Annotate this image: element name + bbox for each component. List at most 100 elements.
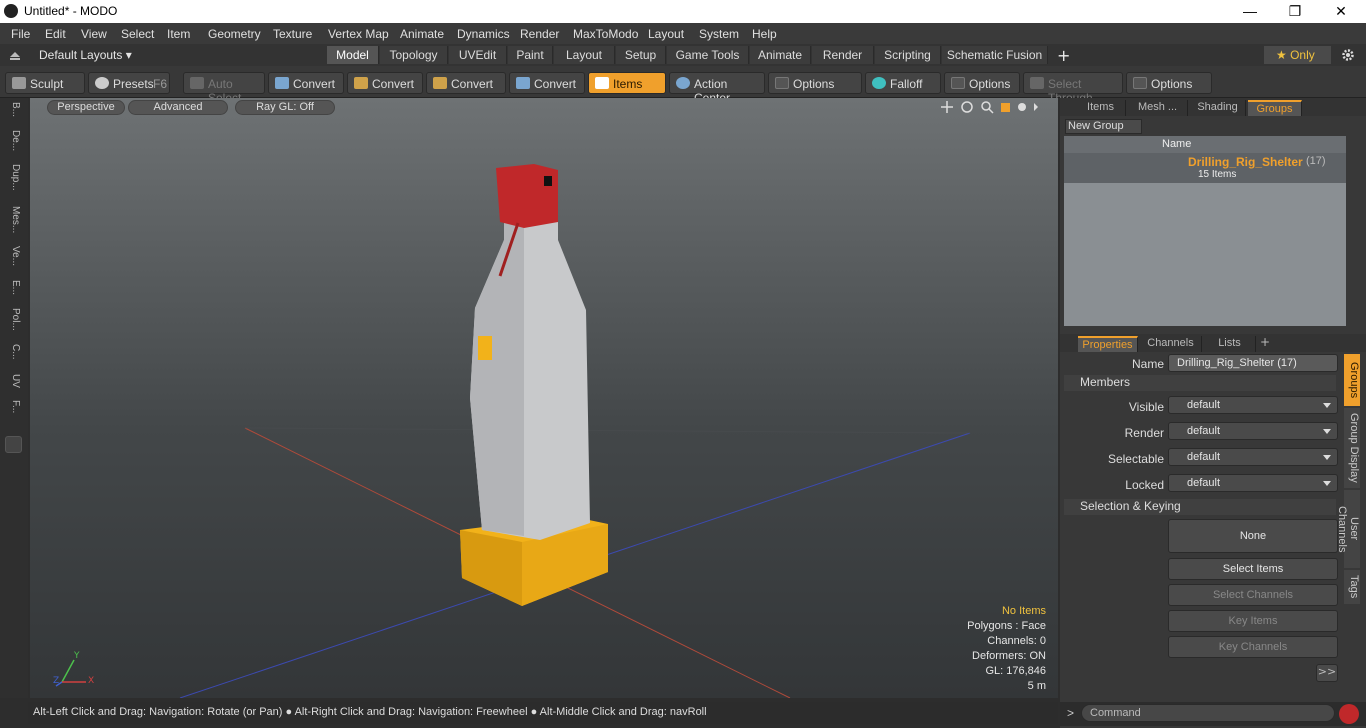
menu-help[interactable]: Help xyxy=(752,27,777,41)
select-items-button[interactable]: Select Items xyxy=(1168,558,1338,580)
tab-game-tools[interactable]: Game Tools xyxy=(667,46,749,64)
side-tab-group-display[interactable]: Group Display xyxy=(1344,408,1360,488)
left-tab-uv[interactable]: UV xyxy=(5,374,21,388)
restore-button[interactable]: ❐ xyxy=(1275,2,1315,20)
select-through-button[interactable]: Select Through xyxy=(1023,72,1123,105)
close-button[interactable]: ✕ xyxy=(1321,2,1361,20)
options-button-1[interactable]: Options xyxy=(768,72,862,94)
left-tab-basic[interactable]: B... xyxy=(5,102,21,117)
members-section[interactable]: Members xyxy=(1064,375,1336,391)
record-icon[interactable] xyxy=(1339,704,1359,724)
tab-topology[interactable]: Topology xyxy=(380,46,448,64)
convert-button-3[interactable]: Convert xyxy=(426,72,506,94)
left-tab-edge[interactable]: E... xyxy=(5,280,21,295)
tab-lists[interactable]: Lists xyxy=(1204,336,1256,352)
selectable-label: Selectable xyxy=(1107,452,1164,466)
menu-vertex-map[interactable]: Vertex Map xyxy=(328,27,389,41)
perspective-button[interactable]: Perspective xyxy=(47,100,125,115)
raygl-button[interactable]: Ray GL: Off xyxy=(235,100,335,115)
tab-properties[interactable]: Properties xyxy=(1078,336,1138,352)
3d-viewport[interactable]: Perspective Advanced Ray GL: Off No Item… xyxy=(30,98,1058,698)
left-tab-deform[interactable]: De... xyxy=(5,130,21,151)
more-button[interactable]: >> xyxy=(1316,664,1338,682)
tab-schematic-fusion[interactable]: Schematic Fusion xyxy=(942,46,1048,64)
advanced-button[interactable]: Advanced xyxy=(128,100,228,115)
group-row[interactable]: Drilling_Rig_Shelter (17) 15 Items xyxy=(1064,153,1346,183)
falloff-button[interactable]: Falloff xyxy=(865,72,941,94)
gear-icon[interactable] xyxy=(1341,48,1355,62)
menu-maxtomodo[interactable]: MaxToModo xyxy=(573,27,638,41)
add-properties-tab[interactable]: + xyxy=(1260,335,1270,349)
command-input[interactable]: Command xyxy=(1081,704,1335,722)
key-items-button[interactable]: Key Items xyxy=(1168,610,1338,632)
auto-select-button[interactable]: Auto Select xyxy=(183,72,265,105)
menu-edit[interactable]: Edit xyxy=(45,27,66,41)
tab-animate[interactable]: Animate xyxy=(750,46,811,64)
tab-shading[interactable]: Shading xyxy=(1190,100,1246,116)
menu-layout[interactable]: Layout xyxy=(648,27,684,41)
side-tab-groups[interactable]: Groups xyxy=(1344,354,1360,406)
convert-button-4[interactable]: Convert xyxy=(509,72,585,94)
menu-geometry[interactable]: Geometry xyxy=(208,27,261,41)
menu-dynamics[interactable]: Dynamics xyxy=(457,27,510,41)
side-tab-tags[interactable]: Tags xyxy=(1344,570,1360,604)
action-center-button[interactable]: Action Center xyxy=(669,72,765,105)
left-tab-curve[interactable]: C... xyxy=(5,344,21,360)
menu-render[interactable]: Render xyxy=(520,27,559,41)
left-tab-mesh-edit[interactable]: Mes... xyxy=(5,206,21,233)
left-tab-fusion[interactable]: F... xyxy=(5,400,21,413)
command-bar: > Command xyxy=(1060,702,1366,726)
side-tab-user-channels[interactable]: User Channels xyxy=(1336,490,1360,568)
tab-setup[interactable]: Setup xyxy=(616,46,666,64)
options-button-3[interactable]: Options xyxy=(1126,72,1212,94)
convert-button-2[interactable]: Convert xyxy=(347,72,423,94)
left-tab-vertex[interactable]: Ve... xyxy=(5,246,21,266)
tab-mesh[interactable]: Mesh ... xyxy=(1128,100,1188,116)
polygons-stat: Polygons : Face xyxy=(967,620,1046,632)
new-group-button[interactable]: New Group xyxy=(1065,119,1142,134)
group-name-field[interactable]: Drilling_Rig_Shelter (17) xyxy=(1168,354,1338,372)
menu-texture[interactable]: Texture xyxy=(273,27,312,41)
tab-uvedit[interactable]: UVEdit xyxy=(449,46,507,64)
tab-channels[interactable]: Channels xyxy=(1140,336,1202,352)
tab-items[interactable]: Items xyxy=(1076,100,1126,116)
layout-toggle-icon[interactable] xyxy=(9,50,21,60)
tab-paint[interactable]: Paint xyxy=(508,46,553,64)
group-name: Drilling_Rig_Shelter xyxy=(1188,155,1303,169)
render-dropdown[interactable]: default xyxy=(1168,422,1338,440)
menu-view[interactable]: View xyxy=(81,27,107,41)
left-tab-polygon[interactable]: Pol... xyxy=(5,308,21,331)
options-button-2[interactable]: Options xyxy=(944,72,1020,94)
chevron-down-icon xyxy=(1323,403,1331,408)
locked-dropdown[interactable]: default xyxy=(1168,474,1338,492)
add-tab-button[interactable]: + xyxy=(1057,46,1070,65)
tab-scripting[interactable]: Scripting xyxy=(875,46,941,64)
selectable-dropdown[interactable]: default xyxy=(1168,448,1338,466)
groups-panel-tabs: Items Mesh ... Shading Groups xyxy=(1060,98,1366,116)
tab-layout[interactable]: Layout xyxy=(554,46,615,64)
minimize-button[interactable]: — xyxy=(1230,2,1270,20)
default-layouts-dropdown[interactable]: Default Layouts ▾ xyxy=(39,48,132,62)
selection-keying-section[interactable]: Selection & Keying xyxy=(1064,499,1336,515)
none-button[interactable]: None xyxy=(1168,519,1338,553)
tab-model[interactable]: Model xyxy=(327,46,379,64)
key-channels-button[interactable]: Key Channels xyxy=(1168,636,1338,658)
items-button[interactable]: Items xyxy=(588,72,666,94)
convert-button-1[interactable]: Convert xyxy=(268,72,344,94)
menu-file[interactable]: File xyxy=(11,27,30,41)
menu-select[interactable]: Select xyxy=(121,27,154,41)
left-tab-duplicate[interactable]: Dup... xyxy=(5,164,21,191)
left-tab-toggle[interactable] xyxy=(5,436,22,453)
presets-button[interactable]: Presets F6 xyxy=(88,72,170,94)
tab-groups[interactable]: Groups xyxy=(1248,100,1302,116)
only-button[interactable]: ★ Only xyxy=(1264,46,1331,64)
select-channels-button[interactable]: Select Channels xyxy=(1168,584,1338,606)
sculpt-button[interactable]: Sculpt xyxy=(5,72,85,94)
viewport-nav-icons[interactable] xyxy=(939,100,1039,115)
scale-stat: 5 m xyxy=(1027,680,1046,692)
tab-render[interactable]: Render xyxy=(812,46,874,64)
menu-system[interactable]: System xyxy=(699,27,739,41)
visible-dropdown[interactable]: default xyxy=(1168,396,1338,414)
menu-item[interactable]: Item xyxy=(167,27,190,41)
menu-animate[interactable]: Animate xyxy=(400,27,444,41)
